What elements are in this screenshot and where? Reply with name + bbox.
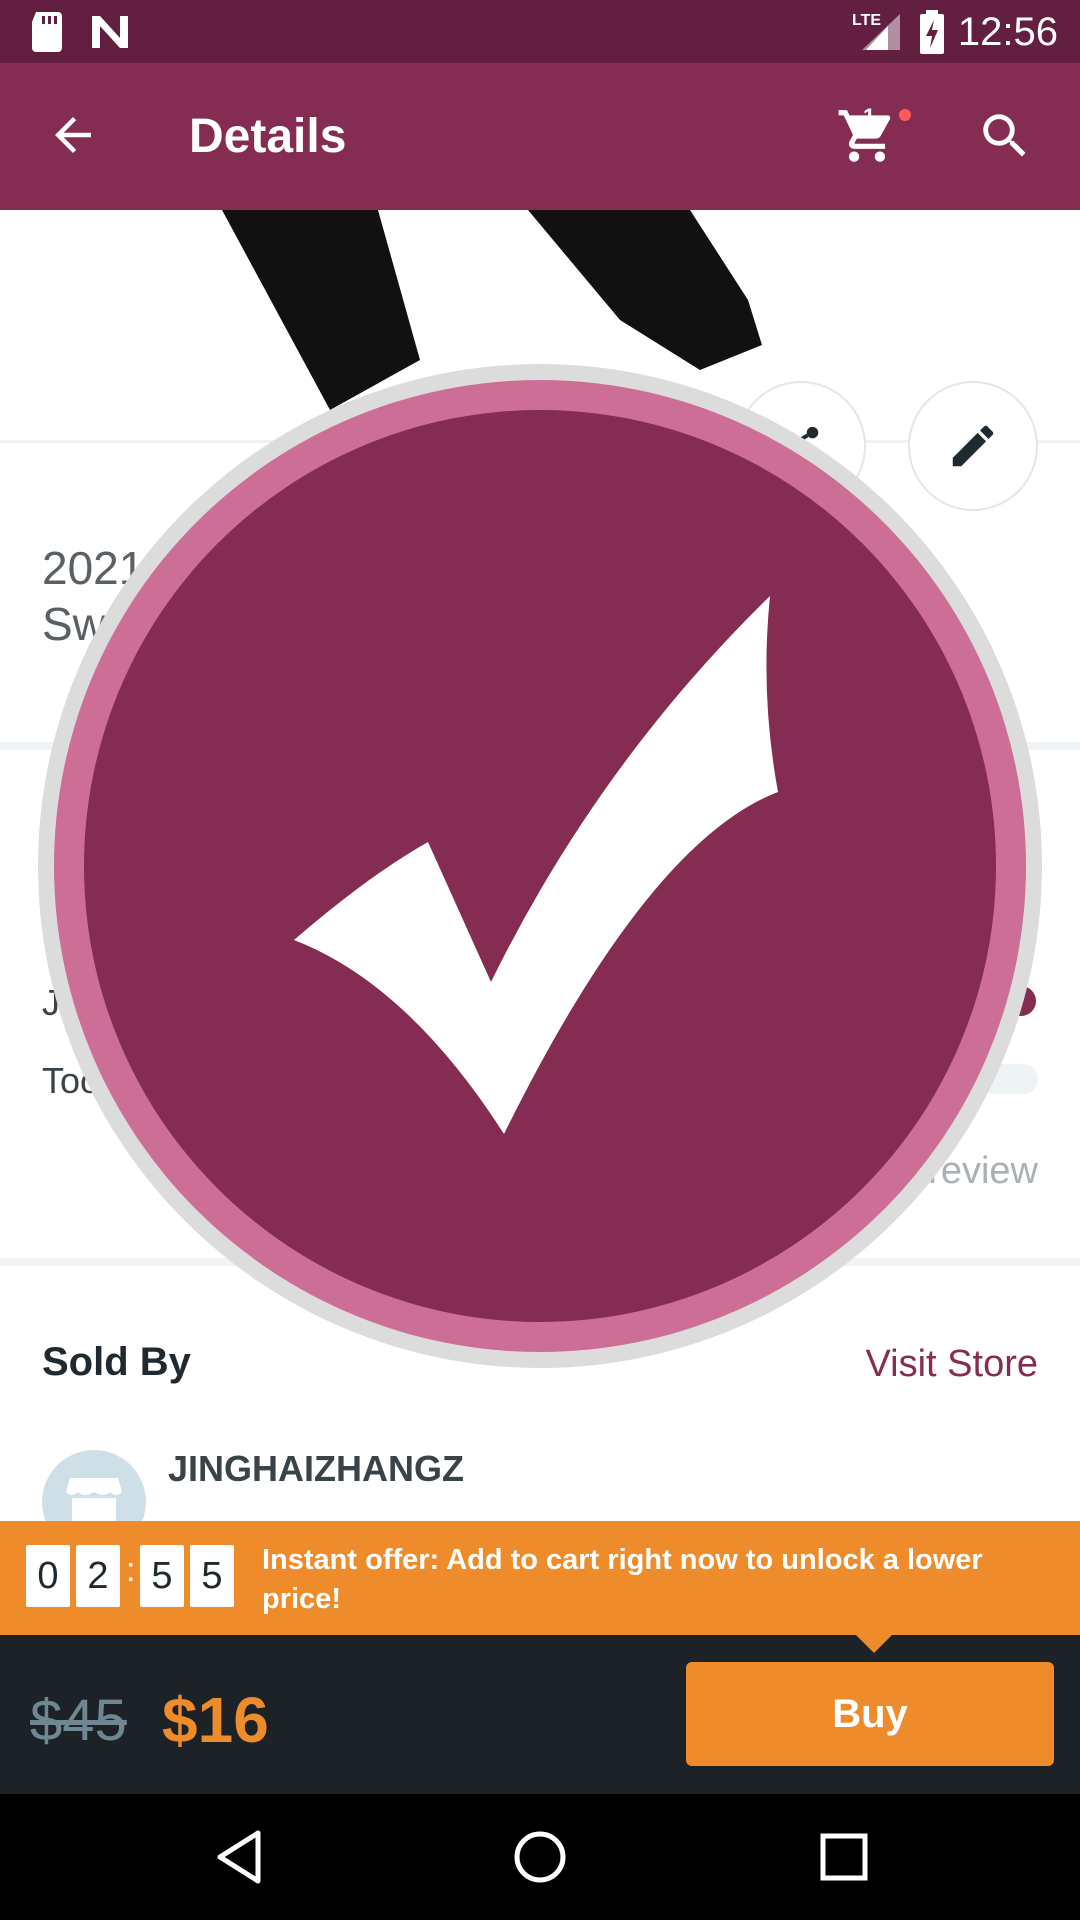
page-title: Details [189, 110, 347, 163]
sale-price: $16 [162, 1684, 269, 1756]
success-checkmark-overlay [38, 364, 1042, 1368]
countdown-digit: 5 [190, 1545, 234, 1607]
status-bar: LTE 12:56 [0, 0, 1080, 63]
original-price: $45 [30, 1688, 127, 1753]
system-nav-bar [0, 1794, 1080, 1920]
cart-count-badge: 1 [863, 104, 876, 129]
countdown-separator: : [126, 1551, 136, 1589]
offer-message: Instant offer: Add to cart right now to … [262, 1544, 983, 1615]
overlay-disc [84, 410, 996, 1322]
battery-charging-icon [920, 10, 944, 54]
storefront-icon [66, 1478, 122, 1524]
countdown-digit: 5 [140, 1545, 184, 1607]
store-name: JINGHAIZHANGZ [168, 1448, 464, 1489]
nav-home-icon[interactable] [510, 1827, 570, 1887]
app-bar: Details 1 [0, 63, 1080, 210]
search-icon[interactable] [976, 107, 1034, 165]
status-time: 12:56 [957, 10, 1058, 54]
instant-offer-banner[interactable]: 0 2 : 5 5 Instant offer: Add to cart rig… [0, 1521, 1080, 1635]
purchase-bar: $45 $16 Buy [0, 1635, 1080, 1794]
nav-back-icon[interactable] [210, 1827, 270, 1887]
offer-pointer [856, 1635, 892, 1653]
countdown-digit: 0 [26, 1545, 70, 1607]
countdown-digit: 2 [76, 1545, 120, 1607]
back-arrow-icon[interactable] [46, 108, 100, 162]
signal-icon [862, 14, 900, 50]
nav-recents-icon[interactable] [814, 1827, 874, 1887]
buy-button[interactable]: Buy [686, 1662, 1054, 1766]
notification-n-icon [92, 16, 128, 48]
cart-notification-dot [899, 109, 911, 121]
sd-card-icon [32, 12, 62, 52]
